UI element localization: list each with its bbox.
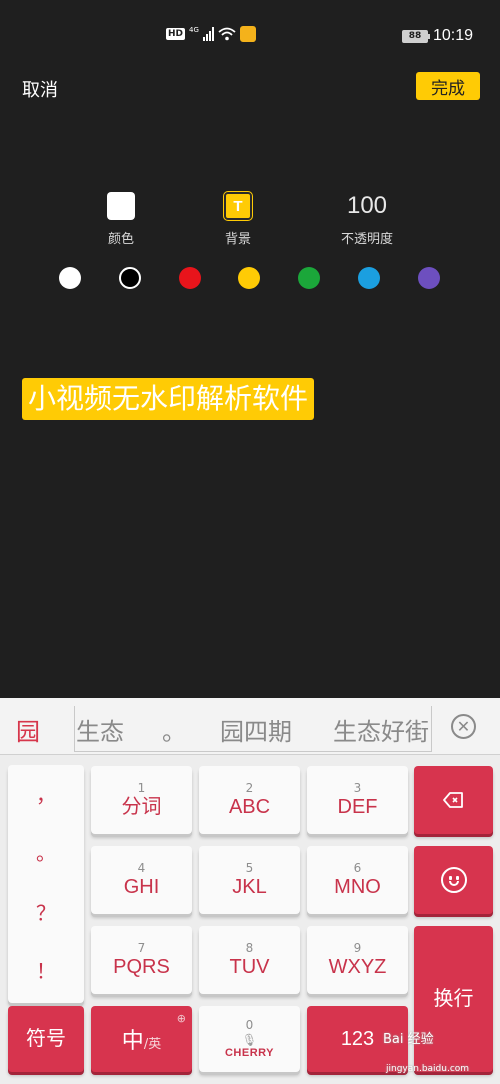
punct-comma[interactable]: ， (8, 779, 84, 808)
language-switch-key[interactable]: ⊕ 中/英 (91, 1006, 192, 1072)
hd-indicator: HD (166, 28, 186, 40)
color-dot[interactable] (238, 267, 260, 289)
color-dot[interactable] (418, 267, 440, 289)
color-dot[interactable] (119, 267, 141, 289)
clock: 10:19 (432, 27, 473, 44)
battery-icon: 88 (401, 29, 430, 43)
color-dot[interactable] (179, 267, 201, 289)
status-icons-left: HD 4G (166, 26, 256, 42)
close-candidates-icon[interactable]: ✕ (451, 714, 476, 739)
candidate-item[interactable]: 。 (162, 712, 186, 747)
punct-question[interactable]: ？ (8, 897, 84, 926)
enter-key[interactable]: 换行 (414, 926, 493, 1072)
key-7[interactable]: 7 PQRS (91, 926, 192, 994)
space-num: 0 (245, 1018, 254, 1032)
key-1[interactable]: 1 分词 (91, 766, 192, 834)
globe-icon: ⊕ (176, 1012, 186, 1025)
opacity-option[interactable]: 100 不透明度 (327, 192, 407, 247)
key-8[interactable]: 8 TUV (199, 926, 300, 994)
candidate-bar: 园 生态 。 园四期 生态好街 ✕ (0, 698, 500, 755)
candidate-item[interactable]: 园 (16, 712, 40, 747)
microphone-icon: 🎙 (241, 1033, 258, 1047)
key-9[interactable]: 9 WXYZ (307, 926, 408, 994)
key-4[interactable]: 4 GHI (91, 846, 192, 914)
lang-main: 中 (121, 1029, 144, 1054)
color-option[interactable]: 颜色 (81, 192, 161, 247)
opacity-value: 100 (346, 192, 388, 219)
status-bar: HD 4G 88 10:19 (0, 0, 500, 76)
done-button[interactable]: 完成 (416, 72, 480, 100)
smiley-icon (440, 867, 467, 893)
status-icons-right: 88 10:19 (401, 27, 473, 45)
lang-alt: /英 (143, 1037, 162, 1052)
color-swatch (107, 192, 135, 220)
text-preview[interactable]: 小视频无水印解析软件 (22, 378, 315, 420)
network-type: 4G (189, 25, 199, 34)
key-6[interactable]: 6 MNO (307, 846, 408, 914)
punctuation-column: ， 。 ？ ！ (8, 765, 84, 1003)
space-key[interactable]: 0 🎙 CHERRY (199, 1006, 300, 1072)
punct-period[interactable]: 。 (8, 837, 84, 866)
baidu-watermark: Bai 经验 (383, 1032, 434, 1047)
signal-icon (202, 27, 214, 41)
symbol-key[interactable]: 符号 (8, 1006, 84, 1072)
candidate-item[interactable]: 生态好街 (333, 712, 429, 747)
key-2[interactable]: 2 ABC (199, 766, 300, 834)
baidu-watermark-url: jingyan.baidu.com (386, 1064, 470, 1074)
background-label: 背景 (224, 232, 251, 247)
key-5[interactable]: 5 JKL (199, 846, 300, 914)
color-palette (0, 267, 500, 289)
color-dot[interactable] (358, 267, 380, 289)
wifi-icon (218, 27, 236, 41)
key-3[interactable]: 3 DEF (307, 766, 408, 834)
punct-exclaim[interactable]: ！ (8, 955, 84, 984)
app-notification-icon (239, 26, 256, 42)
candidate-item[interactable]: 生态 (76, 712, 124, 747)
cherry-logo: CHERRY (224, 1047, 275, 1059)
color-dot[interactable] (298, 267, 320, 289)
backspace-icon (442, 792, 463, 808)
text-background-icon: T (224, 192, 252, 220)
emoji-key[interactable] (414, 846, 493, 914)
candidate-item[interactable]: 园四期 (220, 712, 292, 747)
opacity-label: 不透明度 (340, 232, 393, 247)
background-option[interactable]: T 背景 (198, 192, 278, 247)
color-dot[interactable] (59, 267, 81, 289)
backspace-key[interactable] (414, 766, 493, 834)
color-label: 颜色 (107, 232, 134, 247)
cancel-button[interactable]: 取消 (22, 76, 58, 102)
keyboard: 园 生态 。 园四期 生态好街 ✕ ， 。 ？ ！ 1 分词 2 ABC 3 D… (0, 698, 500, 1084)
